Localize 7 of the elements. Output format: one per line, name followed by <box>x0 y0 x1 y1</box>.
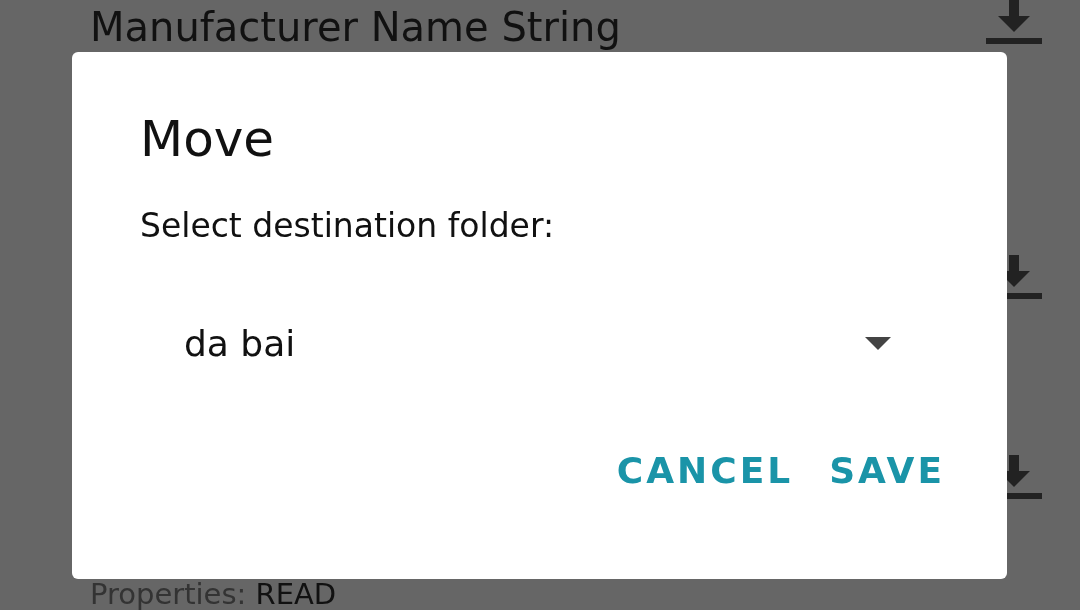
save-button[interactable]: SAVE <box>829 446 945 495</box>
characteristic-title: Manufacturer Name String <box>90 4 621 50</box>
caret-icon <box>865 336 891 350</box>
folder-dropdown[interactable]: da bai <box>140 316 941 370</box>
folder-label: Select destination folder: <box>140 205 554 247</box>
dialog-title: Move <box>140 109 275 170</box>
cancel-button[interactable]: CANCEL <box>616 446 794 495</box>
